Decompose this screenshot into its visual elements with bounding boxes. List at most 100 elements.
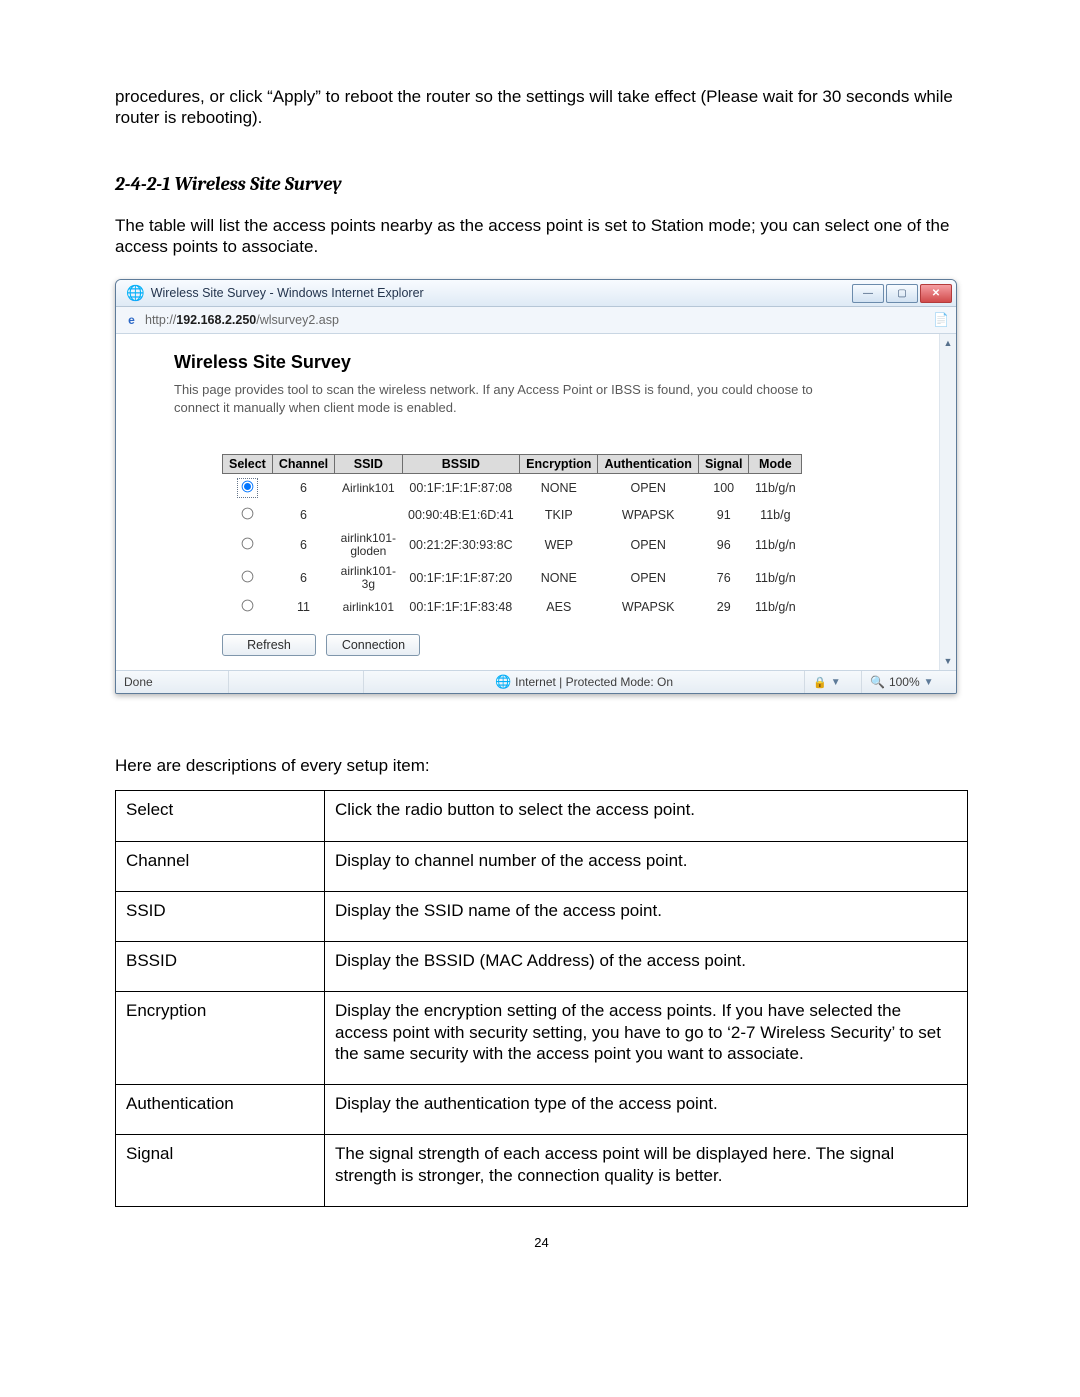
def-term: BSSID [116, 942, 325, 992]
cell-bssid: 00:1F:1F:1F:87:08 [402, 474, 520, 503]
table-row: 6airlink101-gloden00:21:2F:30:93:8CWEPOP… [223, 528, 802, 561]
page-description: This page provides tool to scan the wire… [174, 381, 834, 416]
cell-mode: 11b/g/n [749, 474, 802, 503]
select-radio[interactable] [242, 481, 254, 493]
col-mode: Mode [749, 455, 802, 474]
cell-encryption: NONE [520, 561, 598, 594]
page-heading: Wireless Site Survey [174, 352, 891, 373]
cell-signal: 96 [698, 528, 749, 561]
definitions-table: SelectClick the radio button to select t… [115, 790, 968, 1207]
ie-icon: 🌐 [126, 284, 145, 302]
def-term: SSID [116, 891, 325, 941]
compat-view-icon[interactable]: 📄 [933, 312, 948, 328]
status-done: Done [116, 671, 229, 693]
cell-signal: 29 [698, 594, 749, 620]
cell-signal: 91 [698, 502, 749, 528]
status-zone: 🌐 Internet | Protected Mode: On [364, 671, 805, 693]
table-row: BSSIDDisplay the BSSID (MAC Address) of … [116, 942, 968, 992]
lock-icon: 🔒 [813, 676, 827, 689]
cell-ssid: Airlink101 [335, 474, 402, 503]
table-row: SignalThe signal strength of each access… [116, 1135, 968, 1207]
scroll-up-icon[interactable]: ▲ [941, 336, 955, 350]
select-radio[interactable] [242, 600, 254, 612]
table-row: AuthenticationDisplay the authentication… [116, 1085, 968, 1135]
cell-encryption: NONE [520, 474, 598, 503]
def-term: Encryption [116, 992, 325, 1085]
def-desc: Click the radio button to select the acc… [325, 791, 968, 841]
col-encryption: Encryption [520, 455, 598, 474]
def-term: Signal [116, 1135, 325, 1207]
cell-signal: 76 [698, 561, 749, 594]
window-title: Wireless Site Survey - Windows Internet … [151, 286, 852, 300]
url-field[interactable]: http://192.168.2.250/wlsurvey2.asp [145, 313, 933, 327]
body-paragraph: The table will list the access points ne… [115, 215, 968, 258]
cell-channel: 11 [272, 594, 334, 620]
table-row: 11airlink10100:1F:1F:1F:83:48AESWPAPSK29… [223, 594, 802, 620]
url-scheme: http:// [145, 313, 176, 327]
status-security[interactable]: 🔒 ▼ [805, 671, 862, 693]
cell-channel: 6 [272, 474, 334, 503]
cell-ssid: airlink101 [335, 594, 402, 620]
magnifier-icon: 🔍 [870, 675, 885, 689]
cell-signal: 100 [698, 474, 749, 503]
survey-table: SelectChannelSSIDBSSIDEncryptionAuthenti… [222, 454, 802, 620]
cell-authentication: OPEN [598, 528, 699, 561]
page-number: 24 [115, 1235, 968, 1250]
browser-window: 🌐 Wireless Site Survey - Windows Interne… [115, 279, 957, 694]
status-zone-text: Internet | Protected Mode: On [515, 675, 673, 689]
status-bar: Done 🌐 Internet | Protected Mode: On 🔒 ▼… [116, 670, 956, 693]
cell-mode: 11b/g/n [749, 528, 802, 561]
close-button[interactable]: ✕ [920, 284, 952, 303]
select-radio[interactable] [242, 571, 254, 583]
cell-mode: 11b/g/n [749, 561, 802, 594]
connection-button[interactable]: Connection [326, 634, 420, 656]
def-desc: Display the encryption setting of the ac… [325, 992, 968, 1085]
cell-encryption: AES [520, 594, 598, 620]
cell-bssid: 00:1F:1F:1F:87:20 [402, 561, 520, 594]
def-desc: Display the SSID name of the access poin… [325, 891, 968, 941]
zoom-value: 100% [889, 675, 920, 689]
minimize-button[interactable]: — [852, 284, 884, 303]
refresh-button[interactable]: Refresh [222, 634, 316, 656]
chevron-down-icon: ▼ [924, 677, 934, 688]
table-row: 6Airlink10100:1F:1F:1F:87:08NONEOPEN1001… [223, 474, 802, 503]
select-radio[interactable] [242, 508, 254, 520]
table-row: SSIDDisplay the SSID name of the access … [116, 891, 968, 941]
cell-bssid: 00:21:2F:30:93:8C [402, 528, 520, 561]
globe-icon: 🌐 [495, 674, 511, 690]
section-heading: 2-4-2-1 Wireless Site Survey [115, 173, 968, 195]
table-row: EncryptionDisplay the encryption setting… [116, 992, 968, 1085]
page-favicon: e [124, 313, 139, 328]
status-zoom[interactable]: 🔍 100% ▼ [862, 671, 956, 693]
select-radio[interactable] [242, 537, 254, 549]
col-signal: Signal [698, 455, 749, 474]
cell-encryption: TKIP [520, 502, 598, 528]
def-term: Channel [116, 841, 325, 891]
def-desc: The signal strength of each access point… [325, 1135, 968, 1207]
url-path: /wlsurvey2.asp [256, 313, 339, 327]
table-row: 600:90:4B:E1:6D:41TKIPWPAPSK9111b/g [223, 502, 802, 528]
col-ssid: SSID [335, 455, 402, 474]
cell-ssid: airlink101-gloden [335, 528, 402, 561]
status-progress [229, 671, 364, 693]
table-row: SelectClick the radio button to select t… [116, 791, 968, 841]
maximize-button[interactable]: ▢ [886, 284, 918, 303]
col-authentication: Authentication [598, 455, 699, 474]
cell-channel: 6 [272, 502, 334, 528]
cell-channel: 6 [272, 561, 334, 594]
address-bar: e http://192.168.2.250/wlsurvey2.asp 📄 [116, 307, 956, 334]
cell-ssid [335, 502, 402, 528]
cell-authentication: OPEN [598, 561, 699, 594]
col-select: Select [223, 455, 273, 474]
col-channel: Channel [272, 455, 334, 474]
vertical-scrollbar[interactable]: ▲ ▼ [939, 334, 956, 670]
cell-mode: 11b/g [749, 502, 802, 528]
url-host: 192.168.2.250 [176, 313, 256, 327]
definitions-lead-in: Here are descriptions of every setup ite… [115, 756, 968, 776]
cell-bssid: 00:1F:1F:1F:83:48 [402, 594, 520, 620]
titlebar: 🌐 Wireless Site Survey - Windows Interne… [116, 280, 956, 307]
table-row: ChannelDisplay to channel number of the … [116, 841, 968, 891]
chevron-down-icon: ▼ [831, 677, 841, 688]
scroll-down-icon[interactable]: ▼ [941, 654, 955, 668]
def-desc: Display the BSSID (MAC Address) of the a… [325, 942, 968, 992]
